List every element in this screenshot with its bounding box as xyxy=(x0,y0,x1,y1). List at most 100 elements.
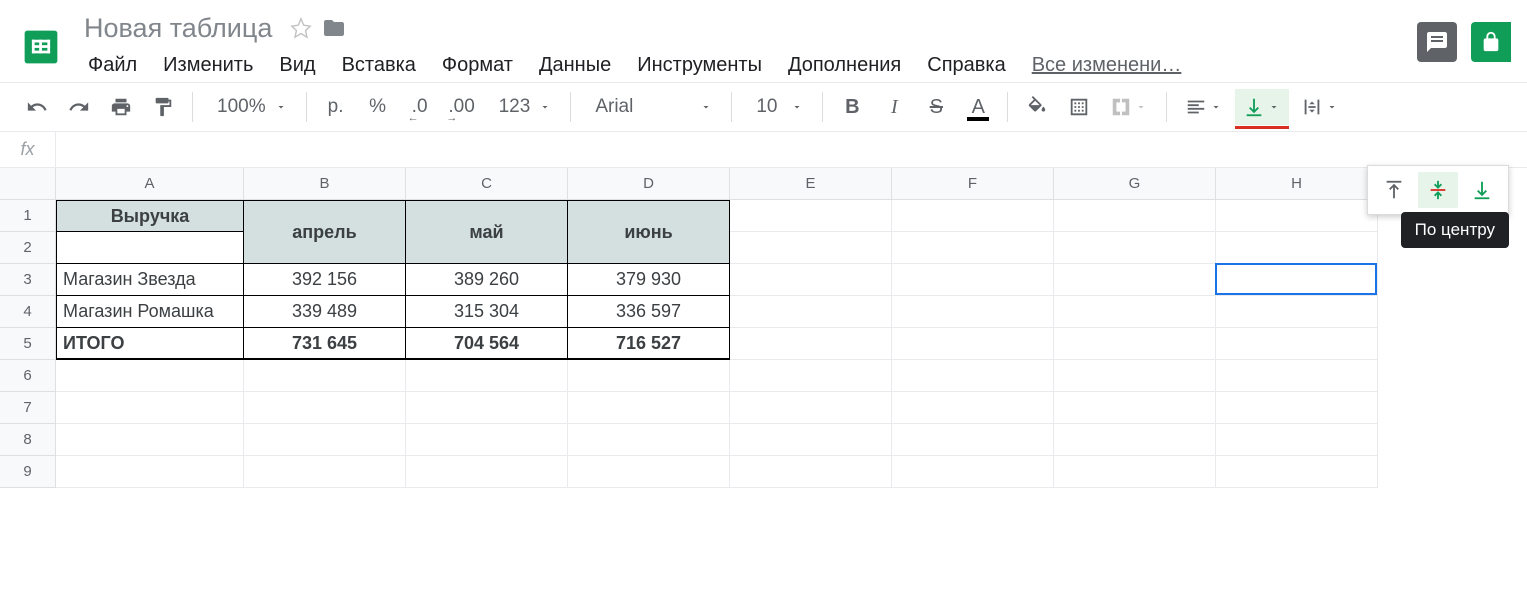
strikethrough-button[interactable]: S xyxy=(917,89,955,125)
merge-cells-button[interactable] xyxy=(1102,89,1156,125)
menu-data[interactable]: Данные xyxy=(527,48,623,83)
cell[interactable] xyxy=(1054,424,1216,456)
cell[interactable] xyxy=(568,360,730,392)
cell[interactable] xyxy=(56,424,244,456)
cell[interactable] xyxy=(406,360,568,392)
cell[interactable] xyxy=(244,456,406,488)
col-header-G[interactable]: G xyxy=(1054,168,1216,200)
italic-button[interactable]: I xyxy=(875,89,913,125)
data-cell[interactable]: 336 597 xyxy=(568,296,730,328)
cell[interactable] xyxy=(1054,360,1216,392)
cell[interactable] xyxy=(730,360,892,392)
share-button[interactable] xyxy=(1471,22,1511,62)
data-cell[interactable]: 389 260 xyxy=(406,264,568,296)
cell[interactable] xyxy=(730,456,892,488)
sheets-logo[interactable] xyxy=(16,20,66,74)
active-cell[interactable] xyxy=(1215,263,1377,295)
doc-title[interactable]: Новая таблица xyxy=(76,11,280,46)
cell[interactable] xyxy=(244,392,406,424)
redo-button[interactable] xyxy=(60,89,98,125)
cell[interactable] xyxy=(1054,232,1216,264)
cell[interactable] xyxy=(892,296,1054,328)
cell[interactable] xyxy=(406,392,568,424)
cell[interactable] xyxy=(730,296,892,328)
cell[interactable] xyxy=(1054,264,1216,296)
cell[interactable] xyxy=(1054,200,1216,232)
data-cell[interactable]: июнь xyxy=(568,200,730,264)
row-header-3[interactable]: 3 xyxy=(0,264,56,296)
row-header-2[interactable]: 2 xyxy=(0,232,56,264)
data-cell[interactable]: Выручка xyxy=(56,200,244,232)
cell[interactable] xyxy=(568,392,730,424)
cell[interactable] xyxy=(1216,232,1378,264)
bold-button[interactable]: B xyxy=(833,89,871,125)
borders-button[interactable] xyxy=(1060,89,1098,125)
cell[interactable] xyxy=(406,424,568,456)
star-icon[interactable] xyxy=(290,17,312,39)
cell[interactable] xyxy=(730,424,892,456)
cell[interactable] xyxy=(1216,456,1378,488)
menu-edit[interactable]: Изменить xyxy=(151,48,265,83)
cell[interactable] xyxy=(892,392,1054,424)
row-header-9[interactable]: 9 xyxy=(0,456,56,488)
undo-button[interactable] xyxy=(18,89,56,125)
cell[interactable] xyxy=(892,456,1054,488)
formula-input[interactable] xyxy=(56,132,1527,167)
menu-file[interactable]: Файл xyxy=(76,48,149,83)
fill-color-button[interactable] xyxy=(1018,89,1056,125)
cell[interactable] xyxy=(244,424,406,456)
cell[interactable] xyxy=(730,264,892,296)
text-color-button[interactable]: A xyxy=(959,89,997,125)
data-cell[interactable]: Магазин Звезда xyxy=(56,264,244,296)
cell[interactable] xyxy=(56,392,244,424)
cell[interactable] xyxy=(892,328,1054,360)
col-header-E[interactable]: E xyxy=(730,168,892,200)
data-cell[interactable] xyxy=(56,232,244,264)
cell[interactable] xyxy=(892,360,1054,392)
zoom-select[interactable]: 100% xyxy=(203,89,296,125)
row-header-5[interactable]: 5 xyxy=(0,328,56,360)
menu-addons[interactable]: Дополнения xyxy=(776,48,913,83)
cell[interactable] xyxy=(730,328,892,360)
text-wrap-button[interactable] xyxy=(1293,89,1347,125)
row-header-1[interactable]: 1 xyxy=(0,200,56,232)
cell[interactable] xyxy=(568,456,730,488)
font-select[interactable]: Arial xyxy=(581,89,721,125)
vertical-align-button[interactable] xyxy=(1235,89,1289,125)
menu-help[interactable]: Справка xyxy=(915,48,1017,83)
data-cell[interactable]: апрель xyxy=(244,200,406,264)
data-cell[interactable]: 704 564 xyxy=(406,328,568,360)
col-header-H[interactable]: H xyxy=(1216,168,1378,200)
cell[interactable] xyxy=(56,360,244,392)
cell[interactable] xyxy=(1216,360,1378,392)
cell[interactable] xyxy=(892,232,1054,264)
data-cell[interactable]: 716 527 xyxy=(568,328,730,360)
row-header-8[interactable]: 8 xyxy=(0,424,56,456)
data-cell[interactable]: ИТОГО xyxy=(56,328,244,360)
data-cell[interactable]: 379 930 xyxy=(568,264,730,296)
cell[interactable] xyxy=(892,264,1054,296)
data-cell[interactable]: 392 156 xyxy=(244,264,406,296)
cell[interactable] xyxy=(56,456,244,488)
valign-top-option[interactable] xyxy=(1374,172,1414,208)
data-cell[interactable]: май xyxy=(406,200,568,264)
col-header-B[interactable]: B xyxy=(244,168,406,200)
cell[interactable] xyxy=(892,200,1054,232)
cell[interactable] xyxy=(244,360,406,392)
col-header-D[interactable]: D xyxy=(568,168,730,200)
format-123-button[interactable]: 123 xyxy=(485,89,561,125)
data-cell[interactable]: Магазин Ромашка xyxy=(56,296,244,328)
paint-format-button[interactable] xyxy=(144,89,182,125)
changes-link[interactable]: Все изменени… xyxy=(1020,48,1194,83)
cell[interactable] xyxy=(1216,328,1378,360)
cell[interactable] xyxy=(406,456,568,488)
menu-insert[interactable]: Вставка xyxy=(330,48,428,83)
print-button[interactable] xyxy=(102,89,140,125)
horizontal-align-button[interactable] xyxy=(1177,89,1231,125)
decrease-decimal-button[interactable]: .0← xyxy=(401,89,439,125)
col-header-A[interactable]: A xyxy=(56,168,244,200)
folder-icon[interactable] xyxy=(322,16,346,40)
cell[interactable] xyxy=(730,232,892,264)
cell[interactable] xyxy=(1054,328,1216,360)
col-header-F[interactable]: F xyxy=(892,168,1054,200)
